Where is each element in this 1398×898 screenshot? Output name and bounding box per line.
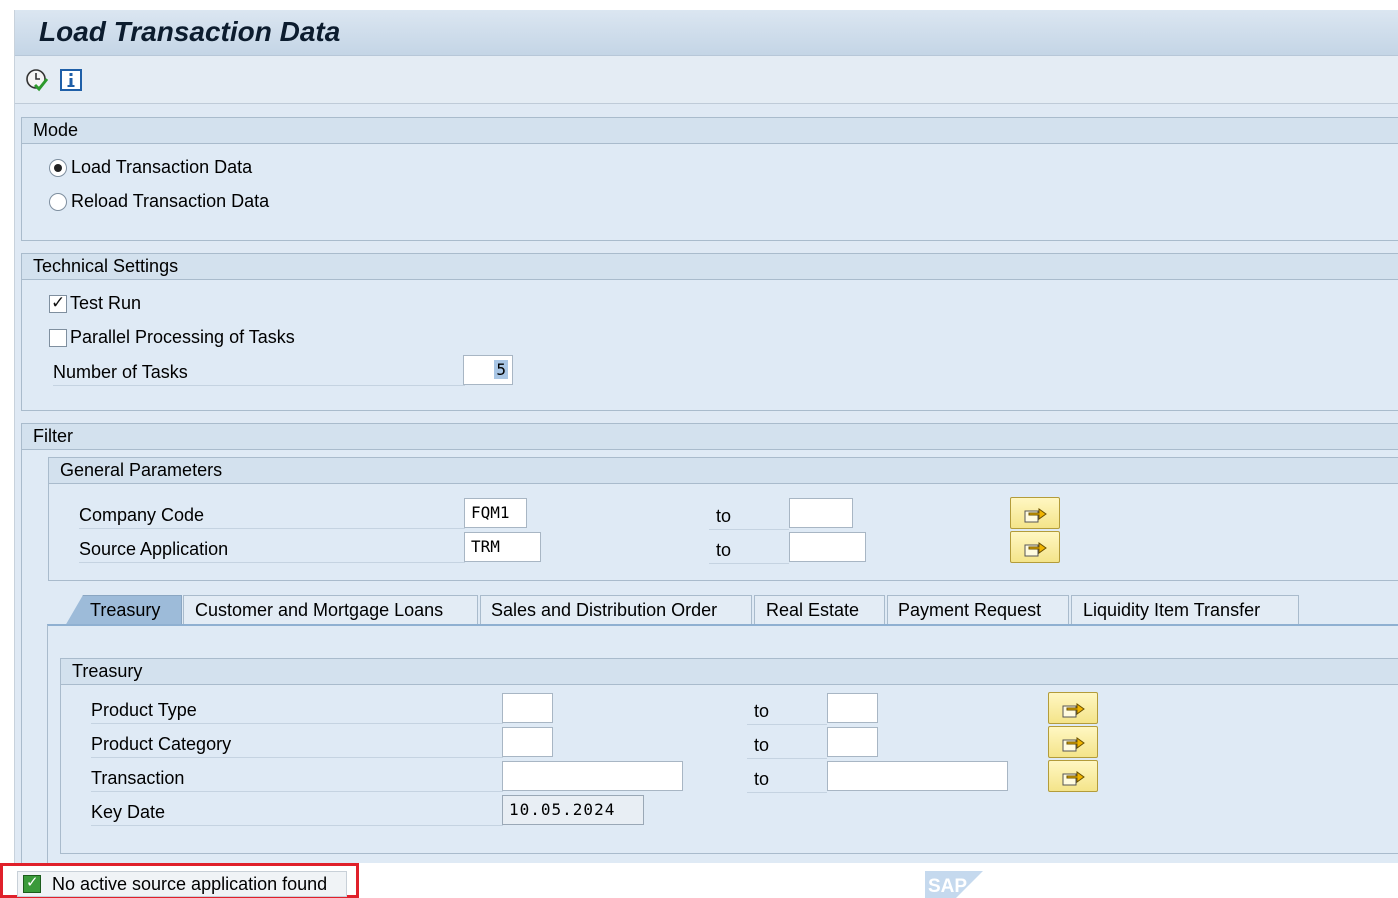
product-category-multiple-selection-button[interactable]: [1048, 726, 1098, 758]
product-category-label: Product Category: [91, 731, 503, 758]
title-bar: Load Transaction Data: [15, 10, 1398, 56]
source-application-to-input[interactable]: [789, 532, 866, 562]
source-application-to-label: to: [716, 540, 732, 560]
load-transaction-radio[interactable]: [49, 159, 67, 177]
multiple-selection-icon: [1024, 542, 1047, 557]
tab-real-estate-label: Real Estate: [766, 600, 860, 620]
transaction-to-underline: [747, 792, 827, 793]
transaction-multiple-selection-button[interactable]: [1048, 760, 1098, 792]
company-code-to-input[interactable]: [789, 498, 853, 528]
technical-settings-group: Technical Settings Test Run Parallel Pro…: [21, 253, 1398, 411]
reload-transaction-label: Reload Transaction Data: [71, 191, 270, 211]
app-window: Load Transaction Data Mode Load Transact…: [14, 10, 1398, 864]
tab-sales-distribution-order[interactable]: Sales and Distribution Order: [480, 595, 752, 626]
key-date-input[interactable]: 10.05.2024: [502, 795, 644, 825]
tab-treasury-label: Treasury: [90, 600, 161, 620]
transaction-to-input[interactable]: [827, 761, 1008, 791]
tab-liquidity-item-transfer[interactable]: Liquidity Item Transfer: [1071, 595, 1299, 626]
product-category-to-label: to: [754, 735, 770, 755]
mode-group-title: Mode: [33, 120, 79, 140]
application-toolbar: [15, 56, 1398, 104]
company-code-to-underline: [709, 529, 789, 530]
key-date-label: Key Date: [91, 799, 503, 826]
number-of-tasks-label: Number of Tasks: [53, 359, 465, 386]
tab-liquidity-item-transfer-label: Liquidity Item Transfer: [1083, 600, 1261, 620]
load-transaction-label: Load Transaction Data: [71, 157, 253, 177]
test-run-label: Test Run: [70, 293, 142, 313]
number-of-tasks-value: 5: [494, 360, 508, 379]
mode-group-header: Mode: [22, 118, 1398, 144]
success-check-icon: [23, 873, 41, 893]
company-code-to-label: to: [716, 506, 732, 526]
tab-treasury[interactable]: Treasury: [65, 595, 182, 626]
source-application-to-underline: [709, 563, 789, 564]
status-bar: No active source application found SAP: [0, 863, 1398, 898]
treasury-tab-panel: Treasury Product Type to Product Categor…: [47, 624, 1398, 864]
execute-clock-icon[interactable]: [25, 68, 49, 92]
product-type-to-label: to: [754, 701, 770, 721]
technical-settings-header: Technical Settings: [22, 254, 1398, 280]
product-category-from-input[interactable]: [502, 727, 553, 757]
tab-customer-mortgage-loans-label: Customer and Mortgage Loans: [195, 600, 444, 620]
tab-payment-request[interactable]: Payment Request: [887, 595, 1069, 626]
transaction-label: Transaction: [91, 765, 503, 792]
filter-tab-strip: Treasury Customer and Mortgage Loans Sal…: [47, 594, 1398, 626]
multiple-selection-icon: [1062, 737, 1085, 752]
multiple-selection-icon: [1062, 703, 1085, 718]
parallel-processing-label: Parallel Processing of Tasks: [70, 327, 295, 347]
general-parameters-header: General Parameters: [49, 458, 1398, 484]
treasury-group: Treasury Product Type to Product Categor…: [60, 658, 1398, 854]
info-icon[interactable]: [59, 68, 83, 92]
status-message[interactable]: No active source application found: [17, 871, 347, 897]
reload-transaction-radio[interactable]: [49, 193, 67, 211]
product-category-to-input[interactable]: [827, 727, 878, 757]
number-of-tasks-input[interactable]: 5: [463, 355, 513, 385]
treasury-group-title: Treasury: [72, 661, 143, 681]
product-category-to-underline: [747, 758, 827, 759]
company-code-from-input[interactable]: FQM1: [464, 498, 527, 528]
multiple-selection-icon: [1062, 771, 1085, 786]
product-type-to-underline: [747, 724, 827, 725]
mode-group: Mode Load Transaction Data Reload Transa…: [21, 117, 1398, 241]
sap-logo: SAP: [925, 871, 983, 898]
status-highlight-box: No active source application found: [0, 863, 359, 898]
product-type-label: Product Type: [91, 697, 503, 724]
general-parameters-group: General Parameters Company Code FQM1 to …: [48, 457, 1398, 581]
general-parameters-title: General Parameters: [60, 460, 223, 480]
transaction-from-input[interactable]: [502, 761, 683, 791]
page-title: Load Transaction Data: [39, 16, 341, 47]
transaction-to-label: to: [754, 769, 770, 789]
product-type-to-input[interactable]: [827, 693, 878, 723]
multiple-selection-icon: [1024, 508, 1047, 523]
treasury-group-header: Treasury: [61, 659, 1398, 685]
company-code-multiple-selection-button[interactable]: [1010, 497, 1060, 529]
tab-customer-mortgage-loans[interactable]: Customer and Mortgage Loans: [183, 595, 478, 626]
tab-payment-request-label: Payment Request: [898, 600, 1042, 620]
source-application-multiple-selection-button[interactable]: [1010, 531, 1060, 563]
filter-group-title: Filter: [33, 426, 73, 446]
test-run-checkbox[interactable]: [49, 293, 67, 313]
filter-group-header: Filter: [22, 424, 1398, 450]
status-message-text: No active source application found: [52, 874, 328, 894]
technical-settings-title: Technical Settings: [33, 256, 179, 276]
tab-sales-distribution-order-label: Sales and Distribution Order: [491, 600, 718, 620]
parallel-processing-checkbox[interactable]: [49, 329, 67, 347]
tab-real-estate[interactable]: Real Estate: [754, 595, 885, 626]
sap-logo-text: SAP: [928, 876, 967, 897]
source-application-label: Source Application: [79, 536, 465, 563]
source-application-from-input[interactable]: TRM: [464, 532, 541, 562]
company-code-label: Company Code: [79, 502, 465, 529]
product-type-from-input[interactable]: [502, 693, 553, 723]
product-type-multiple-selection-button[interactable]: [1048, 692, 1098, 724]
